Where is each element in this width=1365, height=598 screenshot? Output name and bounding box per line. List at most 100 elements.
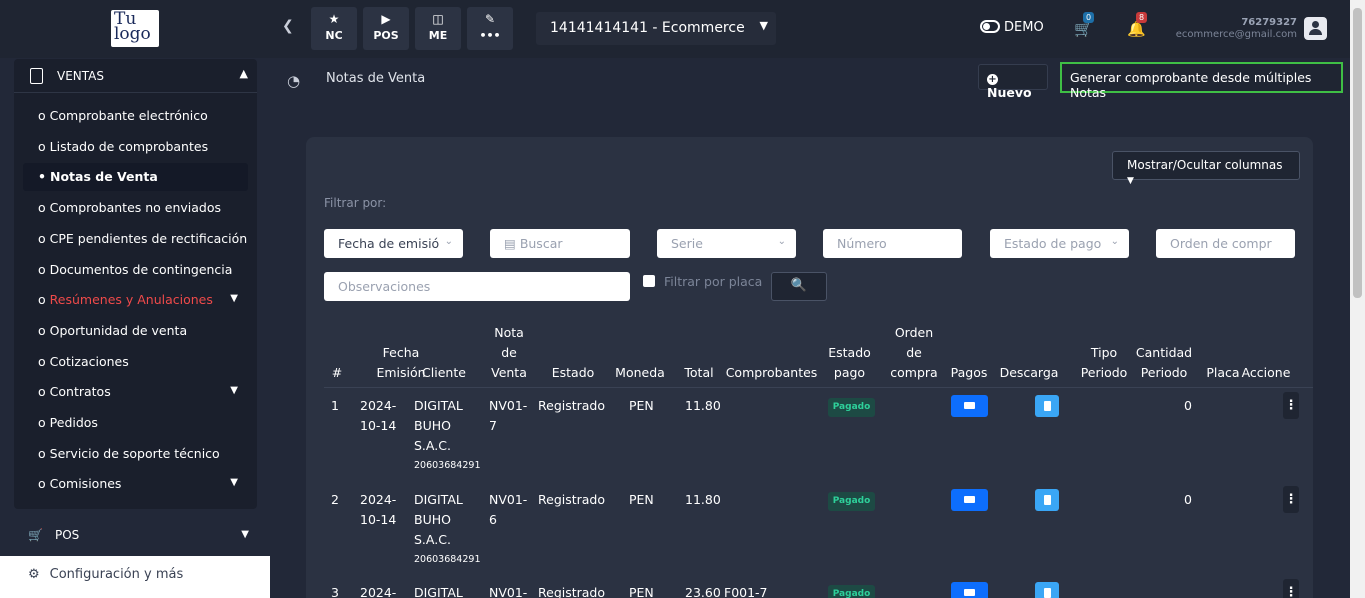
toggle-columns-button[interactable]: Mostrar/Ocultar columnas ▼ bbox=[1112, 151, 1300, 186]
new-button[interactable]: +Nuevo bbox=[978, 64, 1048, 100]
quick-button-label: NC bbox=[325, 29, 343, 42]
row-total: 11.80 bbox=[685, 398, 721, 413]
sidebar-item-label: Cotizaciones bbox=[49, 353, 129, 369]
row-total: 23.60 bbox=[685, 585, 721, 598]
payments-button[interactable] bbox=[951, 395, 988, 417]
chevron-down-icon: ▼ bbox=[759, 19, 768, 32]
row-total: 11.80 bbox=[685, 492, 721, 507]
row-state: Registrado bbox=[538, 398, 606, 413]
play-icon: ▶ bbox=[381, 12, 391, 26]
sidebar-item-comisiones[interactable]: o Comisiones ▼ bbox=[23, 470, 248, 498]
sidebar-item-contratos[interactable]: o Contratos ▼ bbox=[23, 378, 248, 406]
plus-icon: + bbox=[987, 74, 998, 85]
status-badge: Pagado bbox=[828, 585, 875, 598]
avatar[interactable] bbox=[1304, 17, 1327, 40]
payments-button[interactable] bbox=[951, 489, 988, 511]
row-number: 2 bbox=[331, 492, 339, 507]
sidebar-item-label: Comprobantes no enviados bbox=[49, 200, 222, 216]
quick-button-[interactable]: ✎ ••• bbox=[467, 7, 513, 50]
sidebar-item-listado-de-comprobantes[interactable]: o Listado de comprobantes bbox=[23, 133, 248, 161]
row-vouchers: F001-7 bbox=[724, 585, 768, 598]
collapse-sidebar-icon[interactable]: ❮ bbox=[282, 18, 294, 34]
column-header[interactable]: Descarga bbox=[996, 363, 1062, 383]
sidebar-section-ventas[interactable]: VENTAS ▲ bbox=[14, 59, 257, 93]
sidebar-item-config[interactable]: ⚙ Configuración y más bbox=[0, 556, 270, 598]
status-badge: Pagado bbox=[828, 492, 875, 511]
actions-menu-icon[interactable]: ⋮ bbox=[1283, 579, 1299, 598]
download-button[interactable] bbox=[1035, 582, 1059, 598]
cart-icon[interactable]: 🛒 0 bbox=[1074, 12, 1095, 38]
logo[interactable]: Tu logo bbox=[111, 10, 159, 47]
column-header[interactable]: # bbox=[327, 363, 347, 383]
column-header[interactable]: Moneda bbox=[610, 363, 670, 383]
sidebar-item-label: Oportunidad de venta bbox=[49, 322, 188, 338]
quick-button-me[interactable]: ◫ ME bbox=[415, 7, 461, 50]
sidebar-item-pos[interactable]: 🛒 POS ▼ bbox=[14, 522, 257, 552]
row-note-number: NV01- 6 bbox=[489, 492, 528, 527]
column-header[interactable]: Tipo Periodo bbox=[1080, 343, 1128, 383]
bell-badge: 8 bbox=[1136, 12, 1148, 23]
plate-filter-label: Filtrar por placa bbox=[664, 274, 763, 289]
download-button[interactable] bbox=[1035, 395, 1059, 417]
column-header[interactable]: Pagos bbox=[945, 363, 993, 383]
row-date: 2024- bbox=[360, 585, 397, 598]
plate-filter-checkbox[interactable] bbox=[643, 275, 655, 287]
table-divider bbox=[324, 387, 1313, 388]
sidebar-item-cotizaciones[interactable]: o Cotizaciones bbox=[23, 348, 248, 376]
row-quantity-period: 0 bbox=[1184, 492, 1192, 507]
serie-select[interactable]: Serie ⌄ bbox=[657, 229, 796, 258]
chevron-down-icon: ⌄ bbox=[444, 236, 453, 247]
observations-input[interactable]: Observaciones bbox=[324, 272, 630, 301]
sidebar-item-label: Servicio de soporte técnico bbox=[49, 445, 220, 461]
column-header[interactable]: Nota de Venta bbox=[485, 323, 533, 383]
dashboard-icon: ◔ bbox=[287, 72, 301, 90]
column-header[interactable]: Cantidad Periodo bbox=[1131, 343, 1197, 383]
actions-menu-icon[interactable]: ⋮ bbox=[1283, 392, 1299, 419]
payment-state-select[interactable]: Estado de pago ⌄ bbox=[990, 229, 1129, 258]
generate-from-multiple-button[interactable]: Generar comprobante desde múltiples Nota… bbox=[1060, 62, 1343, 100]
bullet: • bbox=[38, 169, 46, 185]
order-input[interactable]: Orden de compr bbox=[1156, 229, 1295, 258]
bell-icon[interactable]: 🔔 8 bbox=[1127, 12, 1148, 38]
sidebar-item-servicio-de-soporte-t-cnico[interactable]: o Servicio de soporte técnico bbox=[23, 440, 248, 468]
row-date: 2024- 10-14 bbox=[360, 492, 397, 527]
sidebar-item-res-menes-y-anulaciones[interactable]: o Resúmenes y Anulaciones ▼ bbox=[23, 286, 248, 314]
sidebar-item-documentos-de-contingencia[interactable]: o Documentos de contingencia bbox=[23, 256, 248, 284]
column-header[interactable]: Cliente bbox=[410, 363, 478, 383]
column-header[interactable]: Orden de compra bbox=[885, 323, 943, 383]
scrollbar-thumb[interactable] bbox=[1353, 8, 1362, 298]
sidebar-item-comprobante-electr-nico[interactable]: o Comprobante electrónico bbox=[23, 102, 248, 130]
sidebar-item-cpe-pendientes-de-rectificaci-n[interactable]: o CPE pendientes de rectificación bbox=[23, 225, 248, 253]
row-date: 2024- 10-14 bbox=[360, 398, 397, 433]
column-header[interactable]: Accione bbox=[1237, 363, 1295, 383]
actions-menu-icon[interactable]: ⋮ bbox=[1283, 486, 1299, 513]
sidebar-item-comprobantes-no-enviados[interactable]: o Comprobantes no enviados bbox=[23, 194, 248, 222]
demo-toggle[interactable]: DEMO bbox=[980, 20, 1044, 35]
row-note-number: NV01- 7 bbox=[489, 398, 528, 433]
bullet: o bbox=[38, 200, 46, 216]
column-header[interactable]: Estado pago bbox=[823, 343, 876, 383]
payments-button[interactable] bbox=[951, 582, 988, 598]
bullet: o bbox=[38, 138, 46, 154]
number-input[interactable]: Número bbox=[823, 229, 962, 258]
quick-button-pos[interactable]: ▶ POS bbox=[363, 7, 409, 50]
sidebar-item-oportunidad-de-venta[interactable]: o Oportunidad de venta bbox=[23, 317, 248, 345]
column-header[interactable]: Estado bbox=[534, 363, 612, 383]
sidebar-item-label: Listado de comprobantes bbox=[49, 138, 209, 154]
scrollbar[interactable] bbox=[1350, 0, 1365, 598]
search-button[interactable]: 🔍 bbox=[771, 272, 827, 301]
sidebar-item-pedidos[interactable]: o Pedidos bbox=[23, 409, 248, 437]
download-button[interactable] bbox=[1035, 489, 1059, 511]
file-icon bbox=[1043, 588, 1051, 598]
column-header[interactable]: Comprobantes bbox=[720, 363, 823, 383]
bullet: o bbox=[38, 445, 46, 461]
gear-icon: ⚙ bbox=[28, 567, 40, 582]
sidebar-item-notas-de-venta[interactable]: • Notas de Venta bbox=[23, 163, 248, 192]
row-currency: PEN bbox=[629, 492, 654, 507]
search-input[interactable]: ▤ Buscar bbox=[490, 229, 630, 258]
pencil-icon: ✎ bbox=[484, 12, 496, 26]
column-header[interactable]: Total bbox=[676, 363, 722, 383]
quick-button-nc[interactable]: ★ NC bbox=[311, 7, 357, 50]
branch-select[interactable]: 14141414141 - Ecommerce ▼ bbox=[536, 12, 776, 45]
date-filter-select[interactable]: Fecha de emisió ⌄ bbox=[324, 229, 463, 258]
